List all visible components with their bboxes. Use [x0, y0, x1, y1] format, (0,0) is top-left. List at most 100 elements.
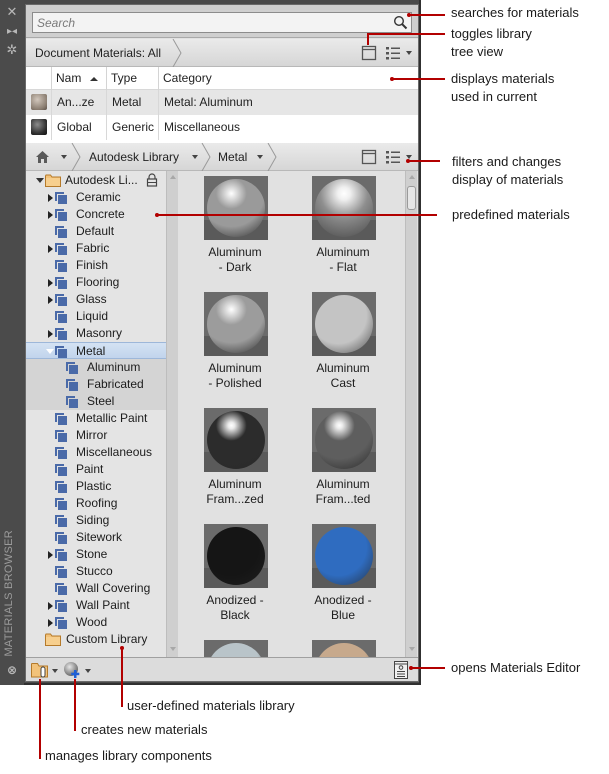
- material-thumbnail: [312, 176, 376, 240]
- grid-scrollbar[interactable]: [405, 171, 417, 657]
- category-icon: [55, 464, 67, 476]
- tree-item-aluminum[interactable]: Aluminum: [26, 359, 166, 376]
- tree-item-wood[interactable]: Wood: [26, 614, 166, 631]
- scroll-down-icon[interactable]: [170, 647, 176, 651]
- category-icon: [55, 328, 67, 340]
- tree-item-glass[interactable]: Glass: [26, 291, 166, 308]
- expand-icon[interactable]: [48, 194, 53, 202]
- material-tile[interactable]: Aluminum Fram...ted: [287, 403, 395, 519]
- material-sphere: [315, 643, 373, 657]
- tree-item-roofing[interactable]: Roofing: [26, 495, 166, 512]
- bottom-toolbar: [26, 657, 418, 681]
- panel-toggle-icon[interactable]: [361, 45, 377, 61]
- tree-item-ceramic[interactable]: Ceramic: [26, 189, 166, 206]
- callout-line: [408, 160, 440, 162]
- document-materials-table: Nam Type Category An...ze Metal Metal: A…: [26, 67, 418, 149]
- expand-icon[interactable]: [48, 279, 53, 287]
- material-tile[interactable]: Aluminum - Polished: [179, 287, 287, 403]
- tree-item-stucco[interactable]: Stucco: [26, 563, 166, 580]
- column-header-name[interactable]: Nam: [51, 67, 106, 90]
- tree-item-metal[interactable]: Metal: [26, 342, 166, 359]
- expand-icon[interactable]: [48, 619, 53, 627]
- create-material-icon[interactable]: [63, 661, 81, 679]
- material-tile[interactable]: [179, 635, 287, 657]
- scroll-up-icon[interactable]: [409, 175, 415, 179]
- collapse-icon[interactable]: [36, 178, 44, 183]
- tree-item-miscellaneous[interactable]: Miscellaneous: [26, 444, 166, 461]
- breadcrumb-metal[interactable]: Metal: [218, 150, 247, 164]
- breadcrumb-autodesk-library[interactable]: Autodesk Library: [89, 150, 179, 164]
- material-name-line2: - Dark: [218, 260, 252, 274]
- close-icon[interactable]: ✕: [4, 4, 20, 20]
- scroll-up-icon[interactable]: [170, 175, 176, 179]
- material-tile[interactable]: Anodized - Black: [179, 519, 287, 635]
- material-tile[interactable]: Aluminum Cast: [287, 287, 395, 403]
- expand-icon[interactable]: [48, 245, 53, 253]
- tree-item-siding[interactable]: Siding: [26, 512, 166, 529]
- material-tile[interactable]: Aluminum - Flat: [287, 171, 395, 287]
- collapse-icon[interactable]: [46, 349, 54, 354]
- table-row[interactable]: Global Generic Miscellaneous: [26, 115, 418, 140]
- library-manage-dropdown-icon[interactable]: [52, 669, 58, 673]
- tree-item-steel[interactable]: Steel: [26, 393, 166, 410]
- home-icon[interactable]: [35, 150, 50, 164]
- auto-hide-icon[interactable]: ▸◂: [4, 24, 20, 40]
- panel-toggle-icon[interactable]: [361, 149, 377, 165]
- tree-item-concrete[interactable]: Concrete: [26, 206, 166, 223]
- callout-line: [367, 33, 445, 35]
- expand-icon[interactable]: [48, 330, 53, 338]
- tree-item-metallic-paint[interactable]: Metallic Paint: [26, 410, 166, 427]
- tree-item-autodesk-library[interactable]: Autodesk Li...: [26, 172, 166, 189]
- tree-item-wall-paint[interactable]: Wall Paint: [26, 597, 166, 614]
- material-swatch: [31, 119, 47, 135]
- category-icon: [55, 294, 67, 306]
- tree-item-masonry[interactable]: Masonry: [26, 325, 166, 342]
- expand-icon[interactable]: [48, 296, 53, 304]
- library-dropdown-icon[interactable]: [192, 155, 198, 159]
- tree-item-flooring[interactable]: Flooring: [26, 274, 166, 291]
- document-materials-filter[interactable]: Document Materials: All: [35, 46, 161, 60]
- search-field[interactable]: [32, 12, 412, 33]
- tree-scrollbar[interactable]: [166, 171, 178, 657]
- scroll-thumb[interactable]: [407, 186, 416, 210]
- library-manage-icon[interactable]: [31, 662, 49, 678]
- tree-item-sitework[interactable]: Sitework: [26, 529, 166, 546]
- palette-options-icon[interactable]: ⊗: [4, 662, 20, 678]
- home-dropdown-icon[interactable]: [61, 155, 67, 159]
- tree-item-plastic[interactable]: Plastic: [26, 478, 166, 495]
- tree-item-fabric[interactable]: Fabric: [26, 240, 166, 257]
- list-view-icon[interactable]: [385, 45, 401, 61]
- tree-item-finish[interactable]: Finish: [26, 257, 166, 274]
- search-input[interactable]: [33, 13, 383, 32]
- tree-item-mirror[interactable]: Mirror: [26, 427, 166, 444]
- material-tile[interactable]: [287, 635, 395, 657]
- create-material-dropdown-icon[interactable]: [85, 669, 91, 673]
- scroll-down-icon[interactable]: [409, 647, 415, 651]
- column-header-type[interactable]: Type: [106, 67, 158, 90]
- material-tile[interactable]: Aluminum - Dark: [179, 171, 287, 287]
- category-icon: [55, 192, 67, 204]
- tree-item-stone[interactable]: Stone: [26, 546, 166, 563]
- column-header-category[interactable]: Category: [158, 67, 418, 90]
- annotation-manages: manages library components: [45, 748, 212, 763]
- materials-editor-icon[interactable]: [394, 661, 408, 679]
- materials-grid: Aluminum - Dark Aluminum - Flat Aluminum - Po…: [179, 171, 418, 657]
- material-tile[interactable]: Aluminum Fram...zed: [179, 403, 287, 519]
- expand-icon[interactable]: [48, 211, 53, 219]
- tree-item-paint[interactable]: Paint: [26, 461, 166, 478]
- expand-icon[interactable]: [48, 602, 53, 610]
- properties-icon[interactable]: ✲: [4, 42, 20, 58]
- tree-item-default[interactable]: Default: [26, 223, 166, 240]
- tree-item-custom-library[interactable]: Custom Library: [26, 631, 166, 648]
- material-tile[interactable]: Anodized - Blue: [287, 519, 395, 635]
- tree-item-wall-covering[interactable]: Wall Covering: [26, 580, 166, 597]
- search-icon[interactable]: [393, 15, 408, 30]
- view-options-dropdown-icon[interactable]: [406, 51, 412, 55]
- list-view-icon[interactable]: [385, 149, 401, 165]
- tree-item-liquid[interactable]: Liquid: [26, 308, 166, 325]
- category-icon: [55, 617, 67, 629]
- table-row[interactable]: An...ze Metal Metal: Aluminum: [26, 90, 418, 115]
- category-dropdown-icon[interactable]: [257, 155, 263, 159]
- tree-item-fabricated[interactable]: Fabricated: [26, 376, 166, 393]
- expand-icon[interactable]: [48, 551, 53, 559]
